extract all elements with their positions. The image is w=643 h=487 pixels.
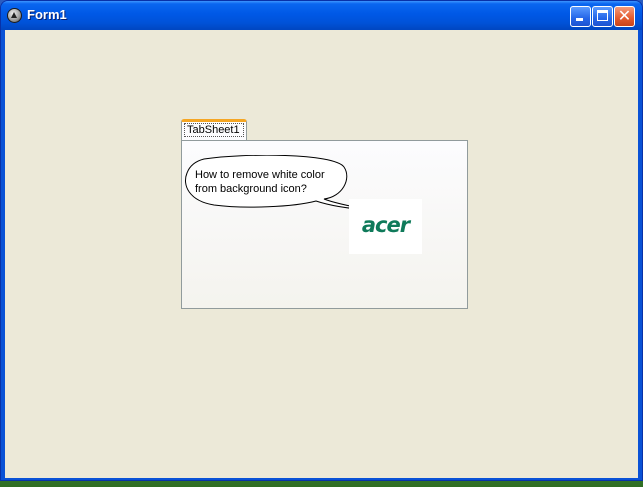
window-title: Form1 [27, 7, 67, 22]
bubble-text: How to remove white color from backgroun… [195, 169, 325, 195]
minimize-button[interactable] [570, 6, 591, 27]
tab-label: TabSheet1 [184, 123, 244, 137]
app-icon[interactable] [7, 8, 22, 23]
close-button[interactable]: ✕ [614, 6, 635, 27]
title-bar[interactable]: Form1 ✕ [1, 1, 642, 30]
close-icon: ✕ [617, 6, 632, 25]
tab-page: How to remove white color from backgroun… [181, 140, 468, 309]
logo-text: acer [361, 213, 410, 237]
maximize-button[interactable] [592, 6, 613, 27]
maximize-icon [597, 10, 608, 21]
main-window: Form1 ✕ TabSheet1 How to remove white co… [0, 0, 643, 481]
form-client-area: TabSheet1 How to remove white color from… [5, 30, 638, 478]
minimize-icon [576, 18, 583, 21]
tab-tabsheet1[interactable]: TabSheet1 [181, 119, 247, 140]
acer-logo-image: acer [349, 199, 422, 254]
